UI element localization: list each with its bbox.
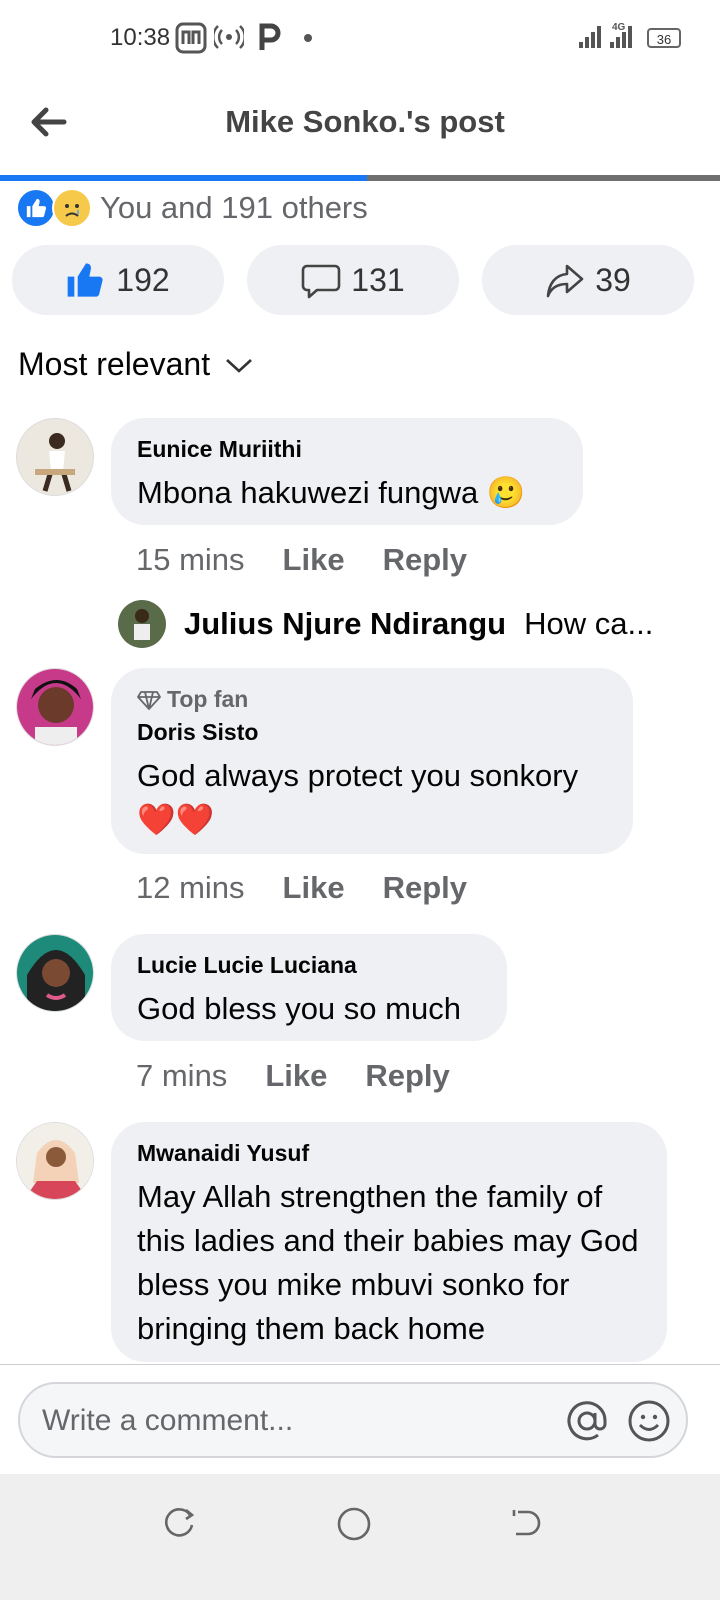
comment-input[interactable] [40, 1396, 564, 1446]
top-fan-label: Top fan [167, 686, 249, 712]
emoji-icon[interactable] [626, 1398, 672, 1444]
comment-time: 15 mins [136, 542, 245, 577]
commenter-name[interactable]: Doris Sisto [137, 719, 607, 746]
commenter-name[interactable]: Lucie Lucie Luciana [137, 952, 481, 979]
share-arrow-icon [546, 264, 584, 298]
back-icon[interactable] [508, 1506, 544, 1542]
mention-icon[interactable] [564, 1398, 610, 1444]
commenter-name[interactable]: Mwanaidi Yusuf [137, 1140, 641, 1167]
comment-reply-button[interactable]: Reply [365, 1058, 449, 1094]
comment-meta: 15 mins Like Reply [136, 542, 467, 578]
signal-icon [579, 26, 601, 48]
app-p-notification-icon [259, 23, 281, 50]
reactions-summary-text: You and 191 others [100, 190, 368, 225]
composer-divider [0, 1364, 720, 1365]
like-reaction-icon [16, 188, 56, 228]
comment-text: May Allah strengthen the family of this … [137, 1179, 639, 1346]
status-time: 10:38 [110, 24, 171, 51]
comment-like-button[interactable]: Like [265, 1058, 327, 1094]
reply-preview[interactable]: Julius Njure Ndirangu How ca... [118, 600, 708, 648]
comment-bubble[interactable]: Lucie Lucie Luciana God bless you so muc… [111, 934, 507, 1041]
reactions-summary[interactable]: You and 191 others [16, 188, 368, 228]
gallery-notification-icon [175, 22, 207, 54]
comment-text: Mbona hakuwezi fungwa 🥲 [137, 475, 526, 510]
avatar[interactable] [16, 668, 94, 746]
comment-like-button[interactable]: Like [283, 542, 345, 578]
status-bar: 10:38 4G 36 [0, 0, 720, 80]
recent-apps-icon[interactable] [162, 1506, 198, 1542]
dot-icon [304, 34, 312, 42]
reply-text: How ca... [524, 606, 654, 641]
avatar[interactable] [16, 418, 94, 496]
top-fan-badge: Top fan [137, 686, 607, 713]
like-count: 192 [116, 261, 170, 298]
avatar[interactable] [16, 1122, 94, 1200]
comment-bubble-icon [301, 264, 341, 299]
system-navigation-bar [0, 1474, 720, 1600]
comment-meta: 7 mins Like Reply [136, 1058, 450, 1094]
chevron-down-icon [226, 358, 252, 373]
comment-text: God always protect you sonkory ❤️❤️ [137, 758, 579, 837]
home-icon[interactable] [334, 1504, 374, 1544]
comment-time: 7 mins [136, 1058, 228, 1093]
avatar[interactable] [16, 934, 94, 1012]
comment-reply-button[interactable]: Reply [383, 542, 467, 578]
diamond-icon [137, 690, 161, 710]
comment-meta: 12 mins Like Reply [136, 870, 467, 906]
load-progress-track [0, 175, 720, 181]
reply-author-name[interactable]: Julius Njure Ndirangu [184, 606, 506, 642]
comment-button[interactable]: 131 [247, 245, 459, 315]
comment-reply-button[interactable]: Reply [383, 870, 467, 906]
load-progress-fill [0, 175, 368, 181]
comment-sort-dropdown[interactable]: Most relevant [18, 346, 254, 383]
share-button[interactable]: 39 [482, 245, 694, 315]
sort-label: Most relevant [18, 346, 211, 382]
comment-like-button[interactable]: Like [283, 870, 345, 906]
comment-composer [18, 1382, 688, 1458]
like-button[interactable]: 192 [12, 245, 224, 315]
comment-time: 12 mins [136, 870, 245, 905]
svg-text:4G: 4G [612, 22, 626, 33]
hotspot-icon [214, 25, 244, 49]
comment-bubble[interactable]: Top fan Doris Sisto God always protect y… [111, 668, 633, 854]
comment-bubble[interactable]: Mwanaidi Yusuf May Allah strengthen the … [111, 1122, 667, 1362]
commenter-name[interactable]: Eunice Muriithi [137, 436, 557, 463]
sad-reaction-icon [52, 188, 92, 228]
battery-indicator: 36 [647, 28, 681, 48]
comment-text: God bless you so much [137, 991, 461, 1026]
comment-count: 131 [351, 261, 405, 298]
thumbs-up-icon [67, 263, 103, 297]
page-title: Mike Sonko.'s post [225, 104, 505, 139]
signal-4g-icon: 4G [610, 22, 632, 48]
avatar[interactable] [118, 600, 166, 648]
share-count: 39 [595, 261, 631, 298]
comment-bubble[interactable]: Eunice Muriithi Mbona hakuwezi fungwa 🥲 [111, 418, 583, 525]
